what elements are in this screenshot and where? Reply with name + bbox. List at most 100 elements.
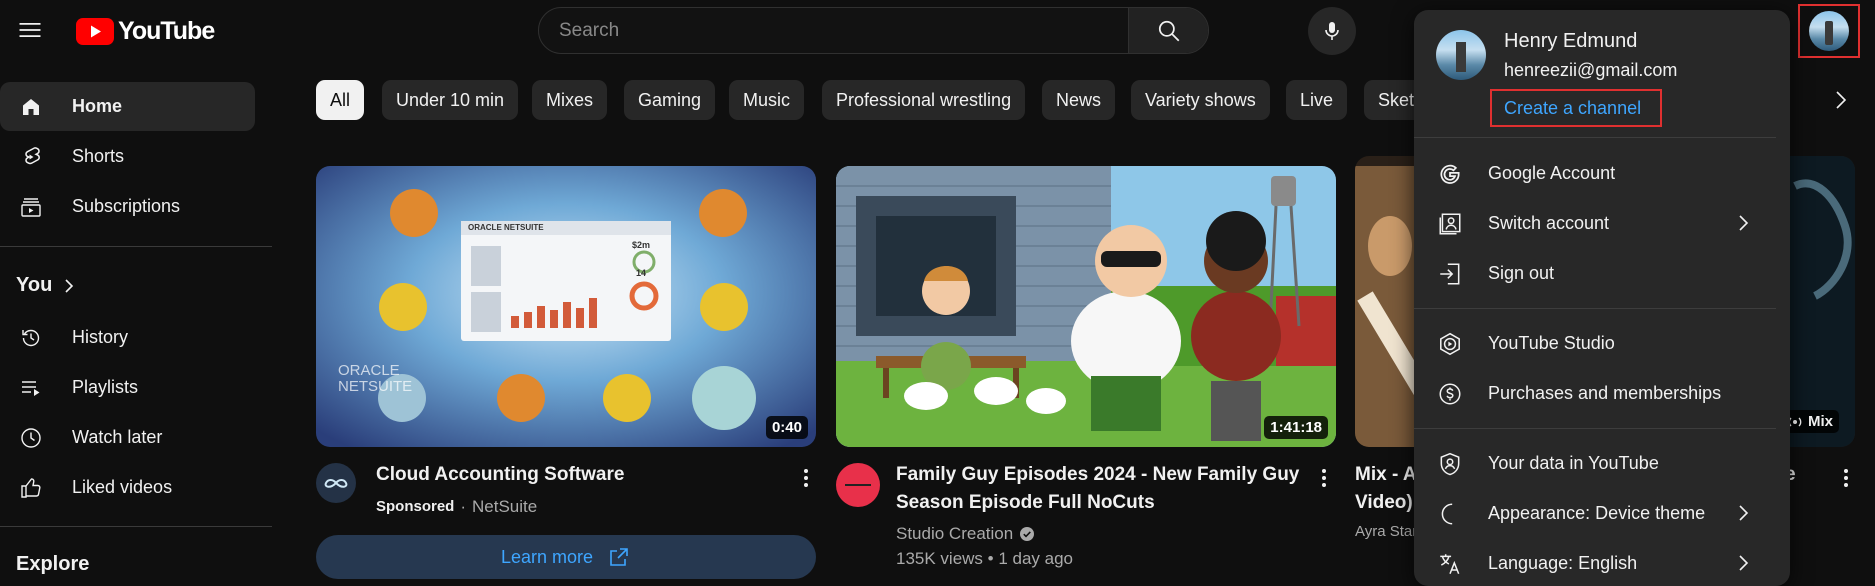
- verified-icon: [1020, 527, 1035, 541]
- search-bar: [538, 7, 1209, 54]
- channel-name[interactable]: Ayra Star: [1355, 520, 1417, 544]
- purchases-icon: [1436, 380, 1464, 408]
- sidebar-item-label: Playlists: [72, 377, 139, 397]
- channel-avatar[interactable]: [316, 463, 356, 503]
- youtube-logo[interactable]: YouTube: [76, 16, 215, 46]
- chip-music[interactable]: Music: [729, 80, 805, 120]
- sidebar-item-label: Subscriptions: [72, 196, 181, 216]
- menu-item-your-data[interactable]: Your data in YouTube: [1414, 439, 1790, 488]
- chip-variety-shows[interactable]: Variety shows: [1131, 80, 1270, 120]
- netsuite-logo-icon: [324, 479, 348, 488]
- chip-all[interactable]: All: [316, 80, 365, 120]
- menu-item-label: Your data in YouTube: [1488, 453, 1659, 473]
- menu-icon[interactable]: [16, 16, 44, 44]
- menu-item-label: YouTube Studio: [1488, 333, 1615, 353]
- duration-badge: 0:40: [765, 416, 808, 439]
- chip-mixes[interactable]: Mixes: [532, 80, 608, 120]
- sponsored-label: Sponsored: [376, 498, 455, 515]
- video-stats: 135K views • 1 day ago: [896, 549, 1074, 568]
- your-data-icon: [1436, 450, 1464, 478]
- sidebar-item-label: Shorts: [72, 146, 125, 166]
- learn-more-button[interactable]: Learn more: [316, 535, 816, 579]
- playlists-icon: [18, 375, 44, 401]
- video-title[interactable]: Family Guy Episodes 2024 - New Family Gu…: [896, 461, 1316, 517]
- sidebar-item-playlists[interactable]: Playlists: [0, 363, 255, 412]
- search-input[interactable]: [539, 8, 1128, 53]
- channel-name: Studio Creation: [896, 524, 1014, 543]
- language-icon: [1436, 550, 1464, 578]
- chip-under-10-min[interactable]: Under 10 min: [382, 80, 519, 120]
- appearance-icon: [1436, 500, 1464, 528]
- video-title[interactable]: Cloud Accounting Software: [376, 461, 624, 489]
- chip-live[interactable]: Live: [1286, 80, 1348, 120]
- sidebar-item-subscriptions[interactable]: Subscriptions: [0, 182, 255, 231]
- more-options-icon[interactable]: [794, 466, 818, 490]
- more-options-icon[interactable]: [1834, 466, 1858, 490]
- sidebar-item-shorts[interactable]: Shorts: [0, 132, 255, 181]
- video-meta: Sponsored · NetSuite: [376, 495, 537, 519]
- search-button[interactable]: [1128, 8, 1208, 53]
- account-name: Henry Edmund: [1504, 30, 1638, 52]
- more-options-icon[interactable]: [1312, 466, 1336, 490]
- sidebar-item-liked-videos[interactable]: Liked videos: [0, 463, 255, 512]
- create-channel-link[interactable]: Create a channel: [1490, 89, 1662, 127]
- chevron-right-icon: [1739, 215, 1749, 231]
- channel-row[interactable]: Studio Creation: [896, 522, 1035, 546]
- search-icon: [1158, 20, 1179, 41]
- chip-gaming[interactable]: Gaming: [624, 80, 716, 120]
- subscriptions-icon: [18, 194, 44, 220]
- chips-next-icon[interactable]: [1830, 88, 1852, 112]
- account-avatar: [1436, 30, 1486, 80]
- thumbnail-value: 14: [636, 268, 647, 278]
- menu-divider: [1414, 308, 1776, 309]
- watch-later-icon: [18, 425, 44, 451]
- sidebar-item-label: Liked videos: [72, 477, 173, 497]
- sign-out-icon: [1436, 260, 1464, 288]
- chip-professional-wrestling[interactable]: Professional wrestling: [822, 80, 1026, 120]
- account-avatar-button[interactable]: [1798, 4, 1860, 58]
- menu-item-label: Appearance: Device theme: [1488, 503, 1706, 523]
- sidebar-item-label: Watch later: [72, 427, 163, 447]
- video-title[interactable]: Mix - A Video): [1355, 461, 1417, 517]
- you-heading-label: You: [16, 274, 53, 296]
- youtube-play-icon: [76, 17, 114, 45]
- menu-item-switch-account[interactable]: Switch account: [1414, 199, 1790, 248]
- menu-divider: [1414, 428, 1776, 429]
- video-title-line: Season Episode Full NoCuts: [896, 492, 1155, 513]
- menu-item-google-account[interactable]: Google Account: [1414, 149, 1790, 198]
- video-thumbnail[interactable]: 1:41:18: [836, 166, 1336, 447]
- menu-item-youtube-studio[interactable]: YouTube Studio: [1414, 319, 1790, 368]
- sidebar-item-history[interactable]: History: [0, 313, 255, 362]
- learn-more-label: Learn more: [500, 546, 594, 567]
- menu-item-label: Language: English: [1488, 553, 1638, 573]
- menu-item-label: Purchases and memberships: [1488, 383, 1722, 403]
- video-thumbnail[interactable]: ORACLE NETSUITE $2m 14 ORACLE NETSUITE 0…: [316, 166, 816, 447]
- thumbnail-watermark: ORACLE NETSUITE: [338, 362, 413, 395]
- video-title-line: Family Guy Episodes 2024 - New Family Gu…: [896, 464, 1300, 485]
- video-title-line: Mix - A: [1355, 464, 1417, 485]
- account-menu: Henry Edmund henreezii@gmail.com Create …: [1414, 10, 1790, 586]
- sidebar-item-home[interactable]: Home: [0, 82, 255, 131]
- chevron-right-icon: [1739, 505, 1749, 521]
- sidebar-item-label: History: [72, 327, 129, 347]
- menu-item-label: Google Account: [1488, 163, 1616, 183]
- google-icon: [1436, 160, 1464, 188]
- external-link-icon: [610, 548, 628, 566]
- channel-name[interactable]: NetSuite: [472, 495, 537, 519]
- chip-news[interactable]: News: [1042, 80, 1116, 120]
- channel-avatar[interactable]: [836, 463, 880, 507]
- sidebar-divider: [0, 246, 272, 247]
- sidebar-item-watch-later[interactable]: Watch later: [0, 413, 255, 462]
- account-email: henreezii@gmail.com: [1504, 60, 1678, 80]
- menu-item-sign-out[interactable]: Sign out: [1414, 249, 1790, 298]
- avatar: [1809, 11, 1849, 51]
- menu-item-purchases[interactable]: Purchases and memberships: [1414, 369, 1790, 418]
- home-icon: [18, 94, 44, 120]
- voice-search-button[interactable]: [1308, 7, 1356, 55]
- chevron-right-icon: [1739, 555, 1749, 571]
- menu-item-appearance[interactable]: Appearance: Device theme: [1414, 489, 1790, 538]
- menu-item-label: Switch account: [1488, 213, 1610, 233]
- menu-item-language[interactable]: Language: English: [1414, 539, 1790, 586]
- sidebar-you-heading[interactable]: You: [16, 274, 76, 297]
- shorts-icon: [18, 144, 44, 170]
